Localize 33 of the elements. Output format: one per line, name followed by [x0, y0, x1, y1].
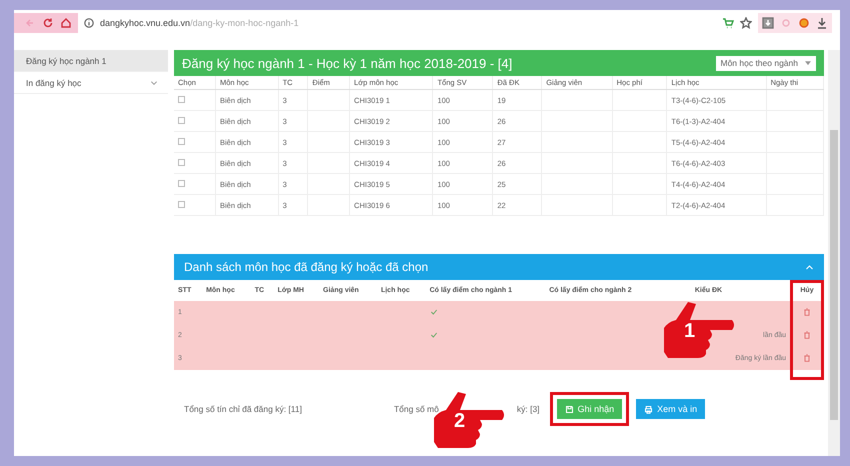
cart-icon — [722, 17, 734, 29]
chevron-up-icon — [805, 262, 814, 272]
info-icon — [84, 18, 94, 28]
download-icon — [816, 17, 828, 29]
total-subjects: Tổng số mô — [394, 404, 439, 414]
address-bar[interactable]: dangkyhoc.vnu.edu.vn/dang-ky-mon-hoc-nganh-1 — [100, 18, 716, 28]
download-icon — [762, 17, 774, 29]
trash-icon — [803, 354, 811, 362]
back-icon — [24, 17, 36, 29]
sidebar-item[interactable]: Đăng ký học ngành 1 — [14, 50, 168, 72]
panel-title: Danh sách môn học đã đăng ký hoặc đã chọn — [184, 260, 428, 274]
checkbox[interactable] — [178, 180, 185, 186]
total-subjects: ký: [3] — [516, 404, 540, 414]
trash-icon — [803, 330, 811, 338]
checkbox[interactable] — [178, 116, 185, 124]
filter-select[interactable]: Môn học theo ngành — [716, 56, 816, 70]
checkbox[interactable] — [178, 200, 185, 208]
step-number: 1 — [684, 320, 696, 343]
step-number: 2 — [454, 410, 466, 433]
star-icon — [740, 17, 752, 29]
reload-icon — [42, 17, 54, 29]
panel-title: Đăng ký học ngành 1 - Học kỳ 1 năm học 2018-2019 - [4] — [182, 56, 512, 70]
checkbox[interactable] — [178, 138, 185, 144]
chevron-down-icon — [150, 78, 158, 86]
printer-icon — [644, 404, 654, 414]
trash-icon — [803, 308, 811, 316]
save-icon — [564, 404, 574, 414]
checkbox[interactable] — [178, 96, 185, 102]
scrollbar-thumb[interactable] — [830, 130, 838, 420]
checkbox[interactable] — [178, 158, 185, 166]
total-credits: Tổng số tín chỉ đã đăng ký: [11] — [184, 404, 302, 414]
caret-icon — [804, 59, 812, 67]
home-icon — [60, 17, 72, 29]
